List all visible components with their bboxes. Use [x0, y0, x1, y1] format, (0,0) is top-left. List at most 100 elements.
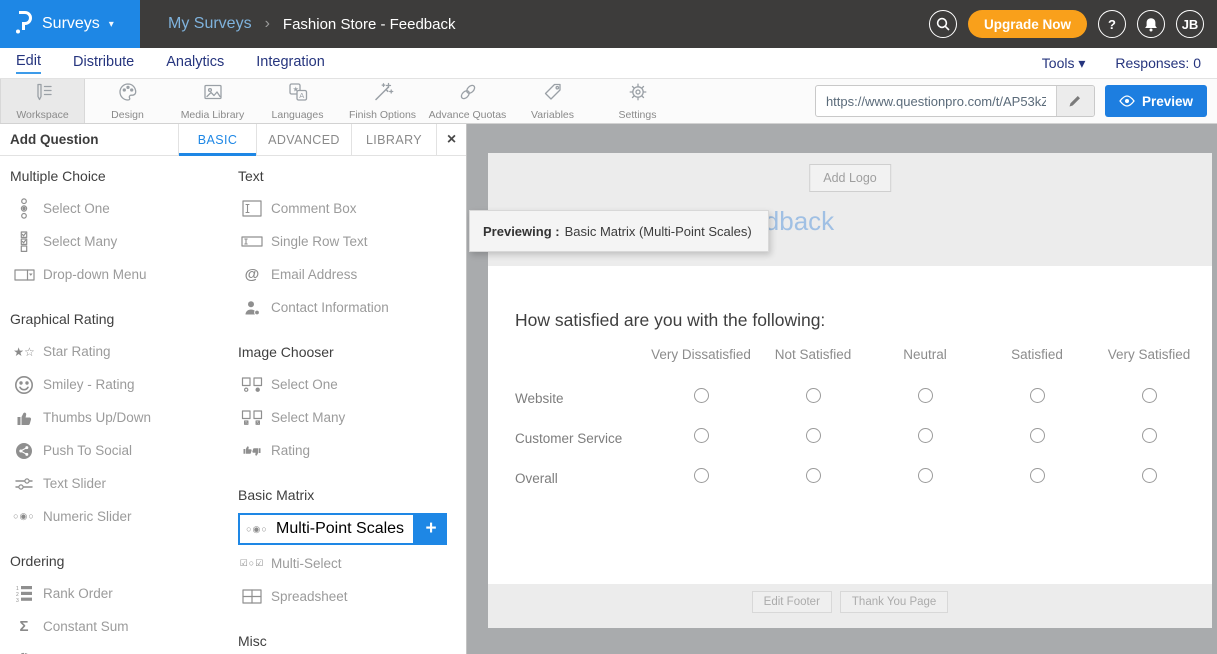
toolbar-variables[interactable]: Variables [510, 79, 595, 123]
qtype-single-row-text[interactable]: Single Row Text [238, 225, 466, 258]
toolbar-design[interactable]: Design [85, 79, 170, 123]
matrix-radio[interactable] [806, 468, 821, 483]
previewing-label: Previewing : [483, 224, 560, 239]
tab-basic[interactable]: BASIC [178, 124, 256, 155]
matrix-radio[interactable] [1142, 388, 1157, 403]
toolbar-workspace[interactable]: Workspace [0, 79, 85, 123]
qtype-dropdown-menu[interactable]: Drop-down Menu [10, 258, 238, 291]
qtype-star-rating[interactable]: ★☆ Star Rating [10, 335, 238, 368]
qtype-image-select-many[interactable]: Select Many [238, 401, 466, 434]
questionpro-app: Surveys ▾ My Surveys › Fashion Store - F… [0, 0, 1217, 654]
edit-footer-button[interactable]: Edit Footer [752, 591, 832, 613]
upgrade-now-button[interactable]: Upgrade Now [968, 10, 1087, 38]
qtype-select-one[interactable]: Select One [10, 192, 238, 225]
help-button[interactable]: ? [1098, 10, 1126, 38]
responses-count[interactable]: Responses: 0 [1115, 55, 1201, 71]
matrix-radio[interactable] [918, 388, 933, 403]
matrix-col-header: Satisfied [981, 347, 1093, 378]
qtype-email-address[interactable]: @ Email Address [238, 258, 466, 291]
search-icon [936, 17, 950, 31]
surveys-menu[interactable]: Surveys ▾ [0, 0, 140, 48]
toolbar-advance-quotas[interactable]: Advance Quotas [425, 79, 510, 123]
qtype-thumbs-up-down[interactable]: Thumbs Up/Down [10, 401, 238, 434]
tab-library[interactable]: LIBRARY [351, 124, 436, 155]
matrix-radio[interactable] [1142, 428, 1157, 443]
matrix-radio[interactable] [806, 388, 821, 403]
edit-url-button[interactable] [1056, 86, 1094, 116]
qtype-numeric-slider[interactable]: ○◉○ Numeric Slider [10, 500, 238, 533]
chevron-down-icon: ▾ [109, 19, 114, 30]
matrix-question-text: How satisfied are you with the following… [515, 310, 1212, 331]
toolbar-media-library[interactable]: Media Library [170, 79, 255, 123]
matrix-radio[interactable] [1142, 468, 1157, 483]
matrix-radio[interactable] [1030, 428, 1045, 443]
section-image-chooser: Image Chooser [238, 344, 466, 360]
at-sign-icon: @ [238, 267, 266, 282]
section-basic-matrix: Basic Matrix [238, 487, 466, 503]
toolbar-right: Preview [815, 79, 1217, 123]
toolbar-settings[interactable]: Settings [595, 79, 680, 123]
matrix-col-header: Very Dissatisfied [645, 347, 757, 378]
tools-menu[interactable]: Tools ▾ [1042, 55, 1086, 72]
qtype-image-rating[interactable]: Rating [238, 434, 466, 467]
matrix-radio[interactable] [918, 428, 933, 443]
tab-distribute[interactable]: Distribute [73, 54, 134, 73]
bell-icon [1144, 17, 1158, 32]
top-bar-actions: Upgrade Now ? JB [929, 10, 1217, 38]
question-types-col2: Text Comment Box Single Row Text @ Email… [238, 164, 466, 654]
notifications-button[interactable] [1137, 10, 1165, 38]
tag-icon [542, 81, 564, 106]
sliders-icon [10, 477, 38, 491]
qtype-multi-select-matrix[interactable]: ☑○☑ Multi-Select [238, 547, 466, 580]
surveys-menu-label: Surveys [42, 15, 100, 33]
checkbox-stack-icon [10, 231, 38, 252]
single-row-icon [238, 236, 266, 247]
qtype-text-slider[interactable]: Text Slider [10, 467, 238, 500]
qtype-rank-order[interactable]: 123 Rank Order [10, 577, 238, 610]
nav-right: Tools ▾ Responses: 0 [1042, 55, 1201, 72]
matrix-radio[interactable] [806, 428, 821, 443]
matrix-radio[interactable] [1030, 388, 1045, 403]
tab-analytics[interactable]: Analytics [166, 54, 224, 73]
matrix-row-customer-service: Customer Service [515, 418, 1205, 458]
numbered-list-icon: 123 [10, 585, 38, 602]
user-avatar[interactable]: JB [1176, 10, 1204, 38]
add-logo-button[interactable]: Add Logo [809, 164, 891, 192]
toolbar-languages[interactable]: ★A Languages [255, 79, 340, 123]
tab-edit[interactable]: Edit [16, 53, 41, 74]
matrix-radio[interactable] [694, 428, 709, 443]
tab-advanced[interactable]: ADVANCED [256, 124, 351, 155]
search-button[interactable] [929, 10, 957, 38]
qtype-contact-information[interactable]: Contact Information [238, 291, 466, 324]
matrix-radio[interactable] [694, 388, 709, 403]
qtype-image-select-one[interactable]: Select One [238, 368, 466, 401]
star-rating-icon: ★☆ [10, 346, 38, 358]
qtype-push-to-social[interactable]: Push To Social [10, 434, 238, 467]
breadcrumb-my-surveys[interactable]: My Surveys [168, 15, 252, 33]
toolbar-finish-options[interactable]: Finish Options [340, 79, 425, 123]
matrix-radio[interactable] [694, 468, 709, 483]
close-panel-button[interactable]: × [436, 124, 466, 155]
survey-url-input[interactable] [816, 86, 1056, 116]
matrix-radio[interactable] [918, 468, 933, 483]
qtype-smiley-rating[interactable]: Smiley - Rating [10, 368, 238, 401]
qtype-spreadsheet[interactable]: Spreadsheet [238, 580, 466, 613]
thank-you-page-button[interactable]: Thank You Page [840, 591, 948, 613]
section-ordering: Ordering [10, 553, 238, 569]
edit-toolbar: Workspace Design Media Library ★A Langua… [0, 78, 1217, 124]
add-question-plus-button[interactable]: + [415, 513, 447, 545]
matrix-col-header: Neutral [869, 347, 981, 378]
qtype-constant-sum[interactable]: Σ Constant Sum [10, 610, 238, 643]
preview-button[interactable]: Preview [1105, 85, 1207, 117]
qtype-multi-point-scales[interactable]: ○◉○ Multi-Point Scales [238, 513, 415, 545]
qtype-comment-box[interactable]: Comment Box [238, 192, 466, 225]
matrix-radio[interactable] [1030, 468, 1045, 483]
survey-card-body: How satisfied are you with the following… [488, 266, 1212, 584]
image-icon [202, 81, 224, 106]
qtype-select-many[interactable]: Select Many [10, 225, 238, 258]
contact-person-icon [238, 300, 266, 316]
numeric-slider-icon: ○◉○ [10, 512, 38, 521]
qtype-partial-cutoff[interactable] [10, 643, 238, 654]
tab-integration[interactable]: Integration [256, 54, 325, 73]
multi-select-icon: ☑○☑ [238, 559, 266, 568]
